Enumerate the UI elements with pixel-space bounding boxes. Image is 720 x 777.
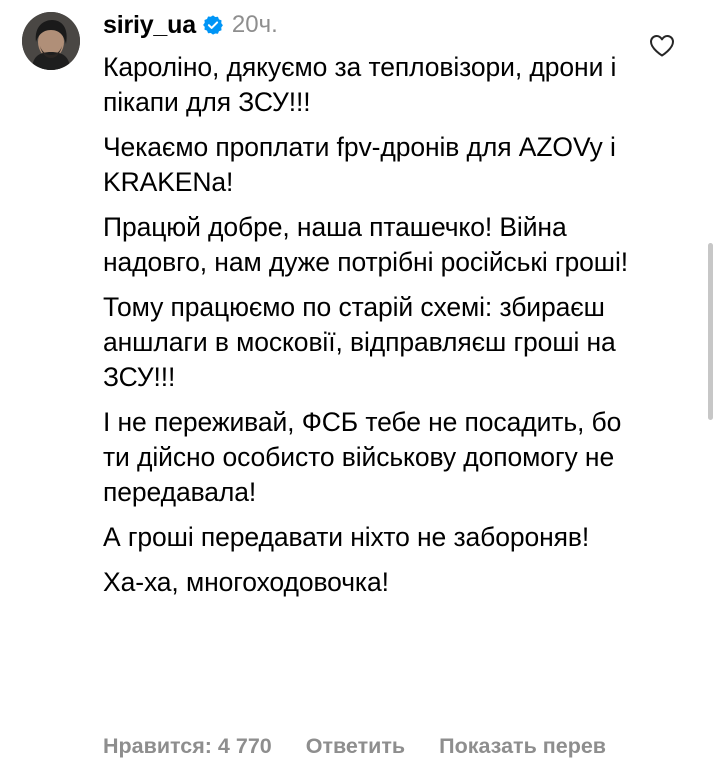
comment-actions: Нравится: 4 770 Ответить Показать перев <box>103 734 640 759</box>
verified-badge-icon <box>202 14 224 36</box>
comment-paragraph: І не переживай, ФСБ тебе не посадить, бо… <box>103 407 622 507</box>
scrollbar[interactable] <box>708 243 713 420</box>
comment-paragraph: Ха-ха, многоходовочка! <box>103 567 389 597</box>
comment-timestamp: 20ч. <box>231 11 278 38</box>
translate-button[interactable]: Показать перев <box>439 734 606 759</box>
comment-paragraph: А гроші передавати ніхто не забороняв! <box>103 522 590 552</box>
likes-count[interactable]: Нравится: 4 770 <box>103 734 272 759</box>
comment-body: Кароліно, дякуємо за тепловізори, дрони … <box>103 50 643 610</box>
reply-button[interactable]: Ответить <box>306 734 405 759</box>
comment-header: siriy_ua 20ч. <box>103 8 278 42</box>
comment-paragraph: Тому працюємо по старій схемі: збираєш а… <box>103 292 616 392</box>
comment-paragraph: Працюй добре, наша пташечко! Війна надов… <box>103 212 628 277</box>
username[interactable]: siriy_ua <box>103 11 196 40</box>
comment-paragraph: Кароліно, дякуємо за тепловізори, дрони … <box>103 52 617 117</box>
avatar[interactable] <box>22 12 80 70</box>
comment-paragraph: Чекаємо проплати fpv-дронів для AZOVy і … <box>103 132 616 197</box>
heart-icon[interactable] <box>649 34 675 58</box>
